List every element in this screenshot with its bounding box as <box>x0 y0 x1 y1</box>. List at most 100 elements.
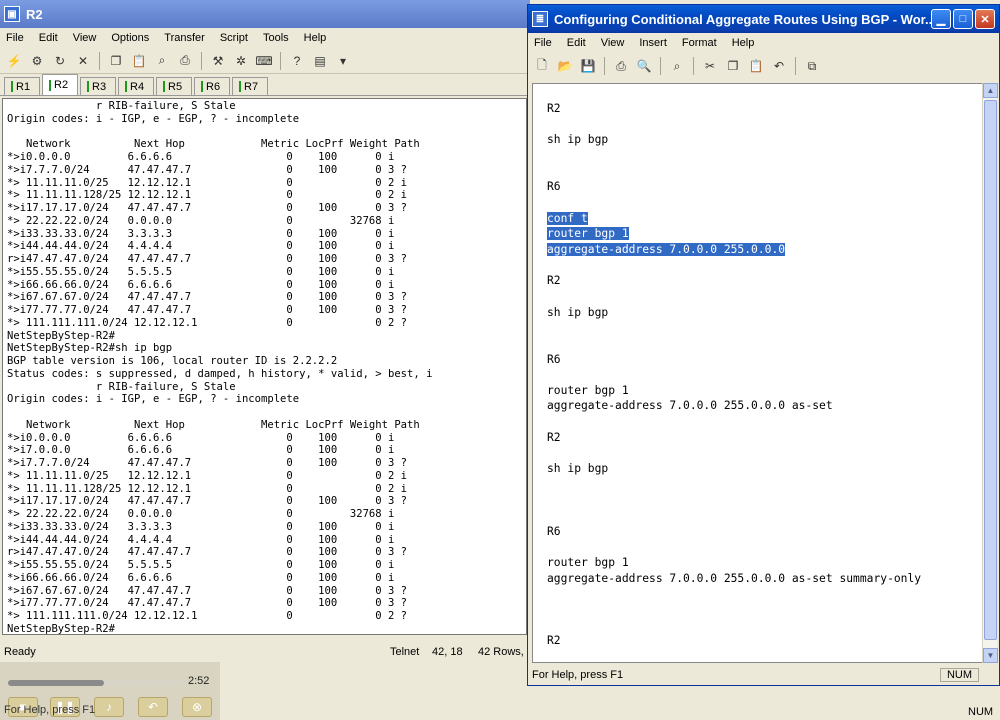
menu-help[interactable]: Help <box>304 32 327 44</box>
terminal-pane[interactable]: r RIB-failure, S Stale Origin codes: i -… <box>2 98 527 635</box>
open-icon[interactable]: 📂 <box>555 56 575 76</box>
new-icon[interactable]: 🗋 <box>532 56 552 76</box>
terminal-line: NetStepByStep-R2# <box>7 622 115 635</box>
copy-icon[interactable]: ❐ <box>106 51 126 71</box>
minimize-button[interactable]: ▁ <box>931 9 951 29</box>
terminal-line: *>i66.66.66.0/24 6.6.6.6 0 100 0 i <box>7 278 395 291</box>
scroll-thumb[interactable] <box>984 100 997 640</box>
disconnect-icon[interactable]: ✕ <box>73 51 93 71</box>
scroll-down-icon[interactable]: ▼ <box>983 648 998 663</box>
document-line: aggregate-address 7.0.0.0 255.0.0.0 <box>547 242 786 256</box>
settings-icon[interactable]: ⚒ <box>208 51 228 71</box>
vertical-scrollbar[interactable]: ▲ ▼ <box>982 83 998 663</box>
paste-icon[interactable]: 📋 <box>129 51 149 71</box>
status-rows: 42 Rows, <box>478 646 524 658</box>
connected-indicator <box>87 81 89 92</box>
tab-r7[interactable]: R7 <box>232 77 268 95</box>
tab-r4[interactable]: R4 <box>118 77 154 95</box>
find-icon[interactable]: ⌕ <box>667 56 687 76</box>
find-icon[interactable]: ⌕ <box>152 51 172 71</box>
terminal-output[interactable]: r RIB-failure, S Stale Origin codes: i -… <box>3 100 526 635</box>
print-icon[interactable]: ⎙ <box>175 51 195 71</box>
menu-edit[interactable]: Edit <box>567 37 586 49</box>
volume-icon[interactable]: ♪ <box>94 697 124 717</box>
help-icon[interactable]: ? <box>287 51 307 71</box>
terminal-line: Network Next Hop Metric LocPrf Weight Pa… <box>7 418 420 431</box>
copy-icon[interactable]: ❐ <box>723 56 743 76</box>
menu-tools[interactable]: Tools <box>263 32 289 44</box>
right-title-bar[interactable]: ≣ Configuring Conditional Aggregate Rout… <box>528 5 999 33</box>
menu-help[interactable]: Help <box>732 37 755 49</box>
sftp-icon[interactable]: ▤ <box>310 51 330 71</box>
menu-file[interactable]: File <box>534 37 552 49</box>
connect-icon[interactable]: ⚡ <box>4 51 24 71</box>
undo-icon[interactable]: ↶ <box>769 56 789 76</box>
video-time: 2:52 <box>188 675 210 687</box>
terminal-line: BGP table version is 106, local router I… <box>7 355 338 367</box>
terminal-line: *>i33.33.33.0/24 3.3.3.3 0 100 0 i <box>7 520 395 533</box>
tab-r2[interactable]: R2 <box>42 74 78 95</box>
terminal-line: Status codes: s suppressed, d damped, h … <box>7 367 433 380</box>
connected-indicator <box>125 81 127 92</box>
terminal-line: *>i17.17.17.0/24 47.47.47.7 0 100 0 3 ? <box>7 202 408 214</box>
menu-view[interactable]: View <box>73 32 97 44</box>
tab-r6[interactable]: R6 <box>194 77 230 95</box>
menu-format[interactable]: Format <box>682 37 717 49</box>
reconnect-icon[interactable]: ↻ <box>50 51 70 71</box>
close-player-icon[interactable]: ⊗ <box>182 697 212 717</box>
toolbar-separator <box>660 57 661 75</box>
connected-indicator <box>201 81 203 92</box>
document-line: aggregate-address 7.0.0.0 255.0.0.0 as-s… <box>547 571 922 585</box>
insert-object-icon[interactable]: ⧉ <box>802 56 822 76</box>
cut-icon[interactable]: ✂ <box>700 56 720 76</box>
tab-r5[interactable]: R5 <box>156 77 192 95</box>
terminal-line: *>i44.44.44.0/24 4.4.4.4 0 100 0 i <box>7 240 395 253</box>
keymap-icon[interactable]: ⌨ <box>254 51 274 71</box>
menu-options[interactable]: Options <box>111 32 149 44</box>
tab-r1[interactable]: R1 <box>4 77 40 95</box>
paste-icon[interactable]: 📋 <box>746 56 766 76</box>
right-toolbar: 🗋 📂 💾 ⎙ 🔍 ⌕ ✂ ❐ 📋 ↶ ⧉ <box>528 53 999 79</box>
tab-r3[interactable]: R3 <box>80 77 116 95</box>
close-button[interactable]: ✕ <box>975 9 995 29</box>
save-icon[interactable]: 💾 <box>578 56 598 76</box>
quick-connect-icon[interactable]: ⚙ <box>27 51 47 71</box>
scroll-up-icon[interactable]: ▲ <box>983 83 998 98</box>
chevron-down-icon[interactable]: ▾ <box>333 51 353 71</box>
options-icon[interactable]: ✲ <box>231 51 251 71</box>
toolbar-separator <box>99 51 100 70</box>
terminal-line: Origin codes: i - IGP, e - EGP, ? - inco… <box>7 112 300 125</box>
terminal-line: *> 111.111.111.0/24 12.12.12.1 0 0 2 ? <box>7 316 408 329</box>
print-icon[interactable]: ⎙ <box>611 56 631 76</box>
bottom-num-indicator: NUM <box>968 706 994 718</box>
menu-view[interactable]: View <box>601 37 625 49</box>
maximize-button[interactable]: □ <box>953 9 973 29</box>
terminal-line: *>i67.67.67.0/24 47.47.47.7 0 100 0 3 ? <box>7 584 408 597</box>
menu-insert[interactable]: Insert <box>639 37 667 49</box>
left-title-bar[interactable]: ▣ R2 <box>0 0 530 28</box>
connected-indicator <box>163 81 165 92</box>
terminal-line: *>i7.7.7.0/24 47.47.47.7 0 100 0 3 ? <box>7 163 408 176</box>
menu-edit[interactable]: Edit <box>39 32 58 44</box>
terminal-line: *>i66.66.66.0/24 6.6.6.6 0 100 0 i <box>7 571 395 584</box>
menu-script[interactable]: Script <box>220 32 248 44</box>
document-line: R2 <box>547 102 561 115</box>
terminal-line: *> 11.11.11.0/25 12.12.12.1 0 0 2 i <box>7 176 408 189</box>
menu-transfer[interactable]: Transfer <box>164 32 205 44</box>
menu-file[interactable]: File <box>6 32 24 44</box>
toolbar-separator <box>280 51 281 70</box>
terminal-line: Network Next Hop Metric LocPrf Weight Pa… <box>7 138 420 151</box>
terminal-line: *> 11.11.11.0/25 12.12.12.1 0 0 2 i <box>7 469 408 482</box>
video-progress-bar[interactable] <box>8 680 183 686</box>
document-line: sh ip bgp <box>547 133 609 147</box>
rewind-icon[interactable]: ↶ <box>138 697 168 717</box>
tab-label: R4 <box>130 80 145 93</box>
document-line: R2 <box>547 274 561 288</box>
print-preview-icon[interactable]: 🔍 <box>634 56 654 76</box>
terminal-line: *> 11.11.11.128/25 12.12.12.1 0 0 2 i <box>7 189 408 202</box>
document-area[interactable]: R2 sh ip bgp R6 conf t router bgp 1 aggr… <box>532 83 984 663</box>
terminal-line: *>i67.67.67.0/24 47.47.47.7 0 100 0 3 ? <box>7 291 408 304</box>
document-line: sh ip bgp <box>547 462 609 476</box>
document-text[interactable]: R2 sh ip bgp R6 conf t router bgp 1 aggr… <box>533 101 983 649</box>
bottom-help-text: For Help, press F1 <box>4 704 96 716</box>
